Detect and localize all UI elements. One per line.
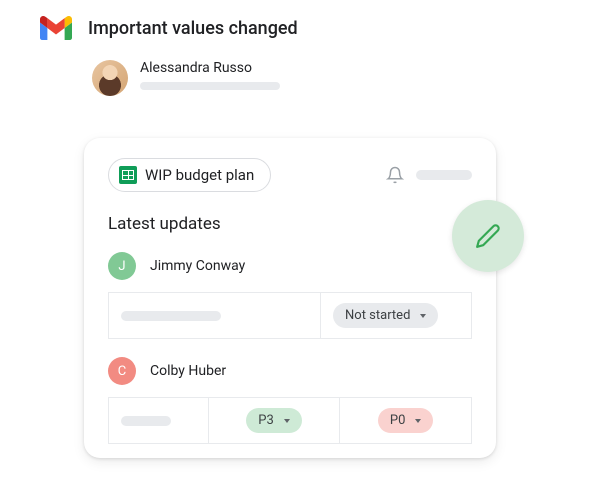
pencil-icon — [475, 223, 501, 249]
priority-pill[interactable]: P0 — [378, 408, 434, 433]
sender-info: Alessandra Russo — [140, 60, 280, 90]
gmail-icon — [40, 16, 72, 40]
sender-meta-placeholder — [140, 82, 280, 90]
table-cell: Not started — [321, 293, 471, 338]
email-header: Important values changed — [0, 0, 608, 48]
card-header-actions — [386, 166, 472, 184]
user-initial-avatar: J — [108, 252, 136, 280]
update-user-row: C Colby Huber — [108, 357, 472, 385]
document-chip-label: WIP budget plan — [145, 166, 254, 184]
status-pill[interactable]: Not started — [333, 303, 438, 328]
email-subject: Important values changed — [88, 18, 298, 39]
priority-pill-label: P0 — [390, 413, 406, 428]
table-row: P3 P0 — [108, 397, 472, 444]
cell-placeholder — [121, 416, 171, 426]
header-placeholder — [416, 170, 472, 180]
table-row: Not started — [108, 292, 472, 339]
user-name: Colby Huber — [150, 363, 226, 379]
bell-icon[interactable] — [386, 166, 404, 184]
chevron-down-icon — [415, 419, 421, 423]
cell-placeholder — [121, 311, 221, 321]
sender-avatar — [92, 60, 128, 96]
chevron-down-icon — [420, 314, 426, 318]
sender-row: Alessandra Russo — [0, 48, 608, 96]
user-initial-avatar: C — [108, 357, 136, 385]
chevron-down-icon — [284, 419, 290, 423]
user-name: Jimmy Conway — [150, 258, 245, 274]
table-cell: P0 — [340, 398, 471, 443]
status-pill-label: Not started — [345, 308, 410, 323]
table-cell — [109, 293, 321, 338]
priority-pill-label: P3 — [258, 413, 274, 428]
table-cell: P3 — [209, 398, 341, 443]
table-cell — [109, 398, 209, 443]
sheets-icon — [119, 166, 137, 184]
update-user-row: J Jimmy Conway — [108, 252, 472, 280]
card-header: WIP budget plan — [108, 158, 472, 192]
notification-card: WIP budget plan Latest updates J Jimmy C… — [84, 138, 496, 458]
priority-pill[interactable]: P3 — [246, 408, 302, 433]
section-title: Latest updates — [108, 214, 472, 234]
sender-name: Alessandra Russo — [140, 60, 280, 76]
edit-fab[interactable] — [452, 200, 524, 272]
document-chip[interactable]: WIP budget plan — [108, 158, 271, 192]
